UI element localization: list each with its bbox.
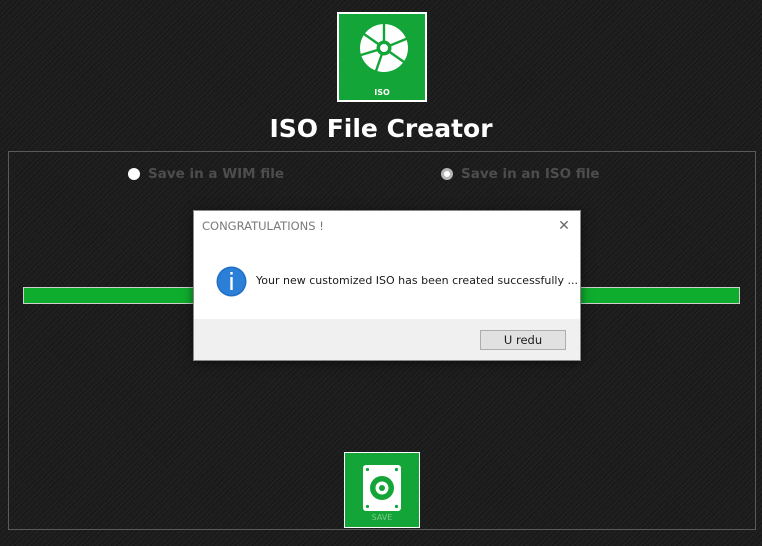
close-icon[interactable]: ✕ <box>554 217 574 235</box>
logo-label: ISO <box>374 88 390 97</box>
save-button[interactable]: SAVE <box>344 452 420 528</box>
radio-label-iso: Save in an ISO file <box>461 166 600 182</box>
radio-button-icon[interactable] <box>441 168 453 180</box>
app-title: ISO File Creator <box>269 114 493 143</box>
dialog-message: Your new customized ISO has been created… <box>256 274 578 287</box>
disc-icon <box>359 22 408 73</box>
app-logo: ISO <box>337 12 427 102</box>
info-icon <box>216 266 247 297</box>
radio-label-wim: Save in a WIM file <box>148 166 285 182</box>
dialog-footer: U redu <box>194 319 580 360</box>
radio-button-icon[interactable] <box>128 168 140 180</box>
save-label: SAVE <box>371 513 393 522</box>
ok-button[interactable]: U redu <box>480 330 566 350</box>
radio-save-iso[interactable]: Save in an ISO file <box>441 164 600 184</box>
success-dialog: CONGRATULATIONS ! ✕ Your new customized … <box>193 210 581 361</box>
hard-drive-icon <box>363 465 401 511</box>
dialog-title: CONGRATULATIONS ! <box>202 219 324 233</box>
radio-save-wim[interactable]: Save in a WIM file <box>128 164 284 184</box>
